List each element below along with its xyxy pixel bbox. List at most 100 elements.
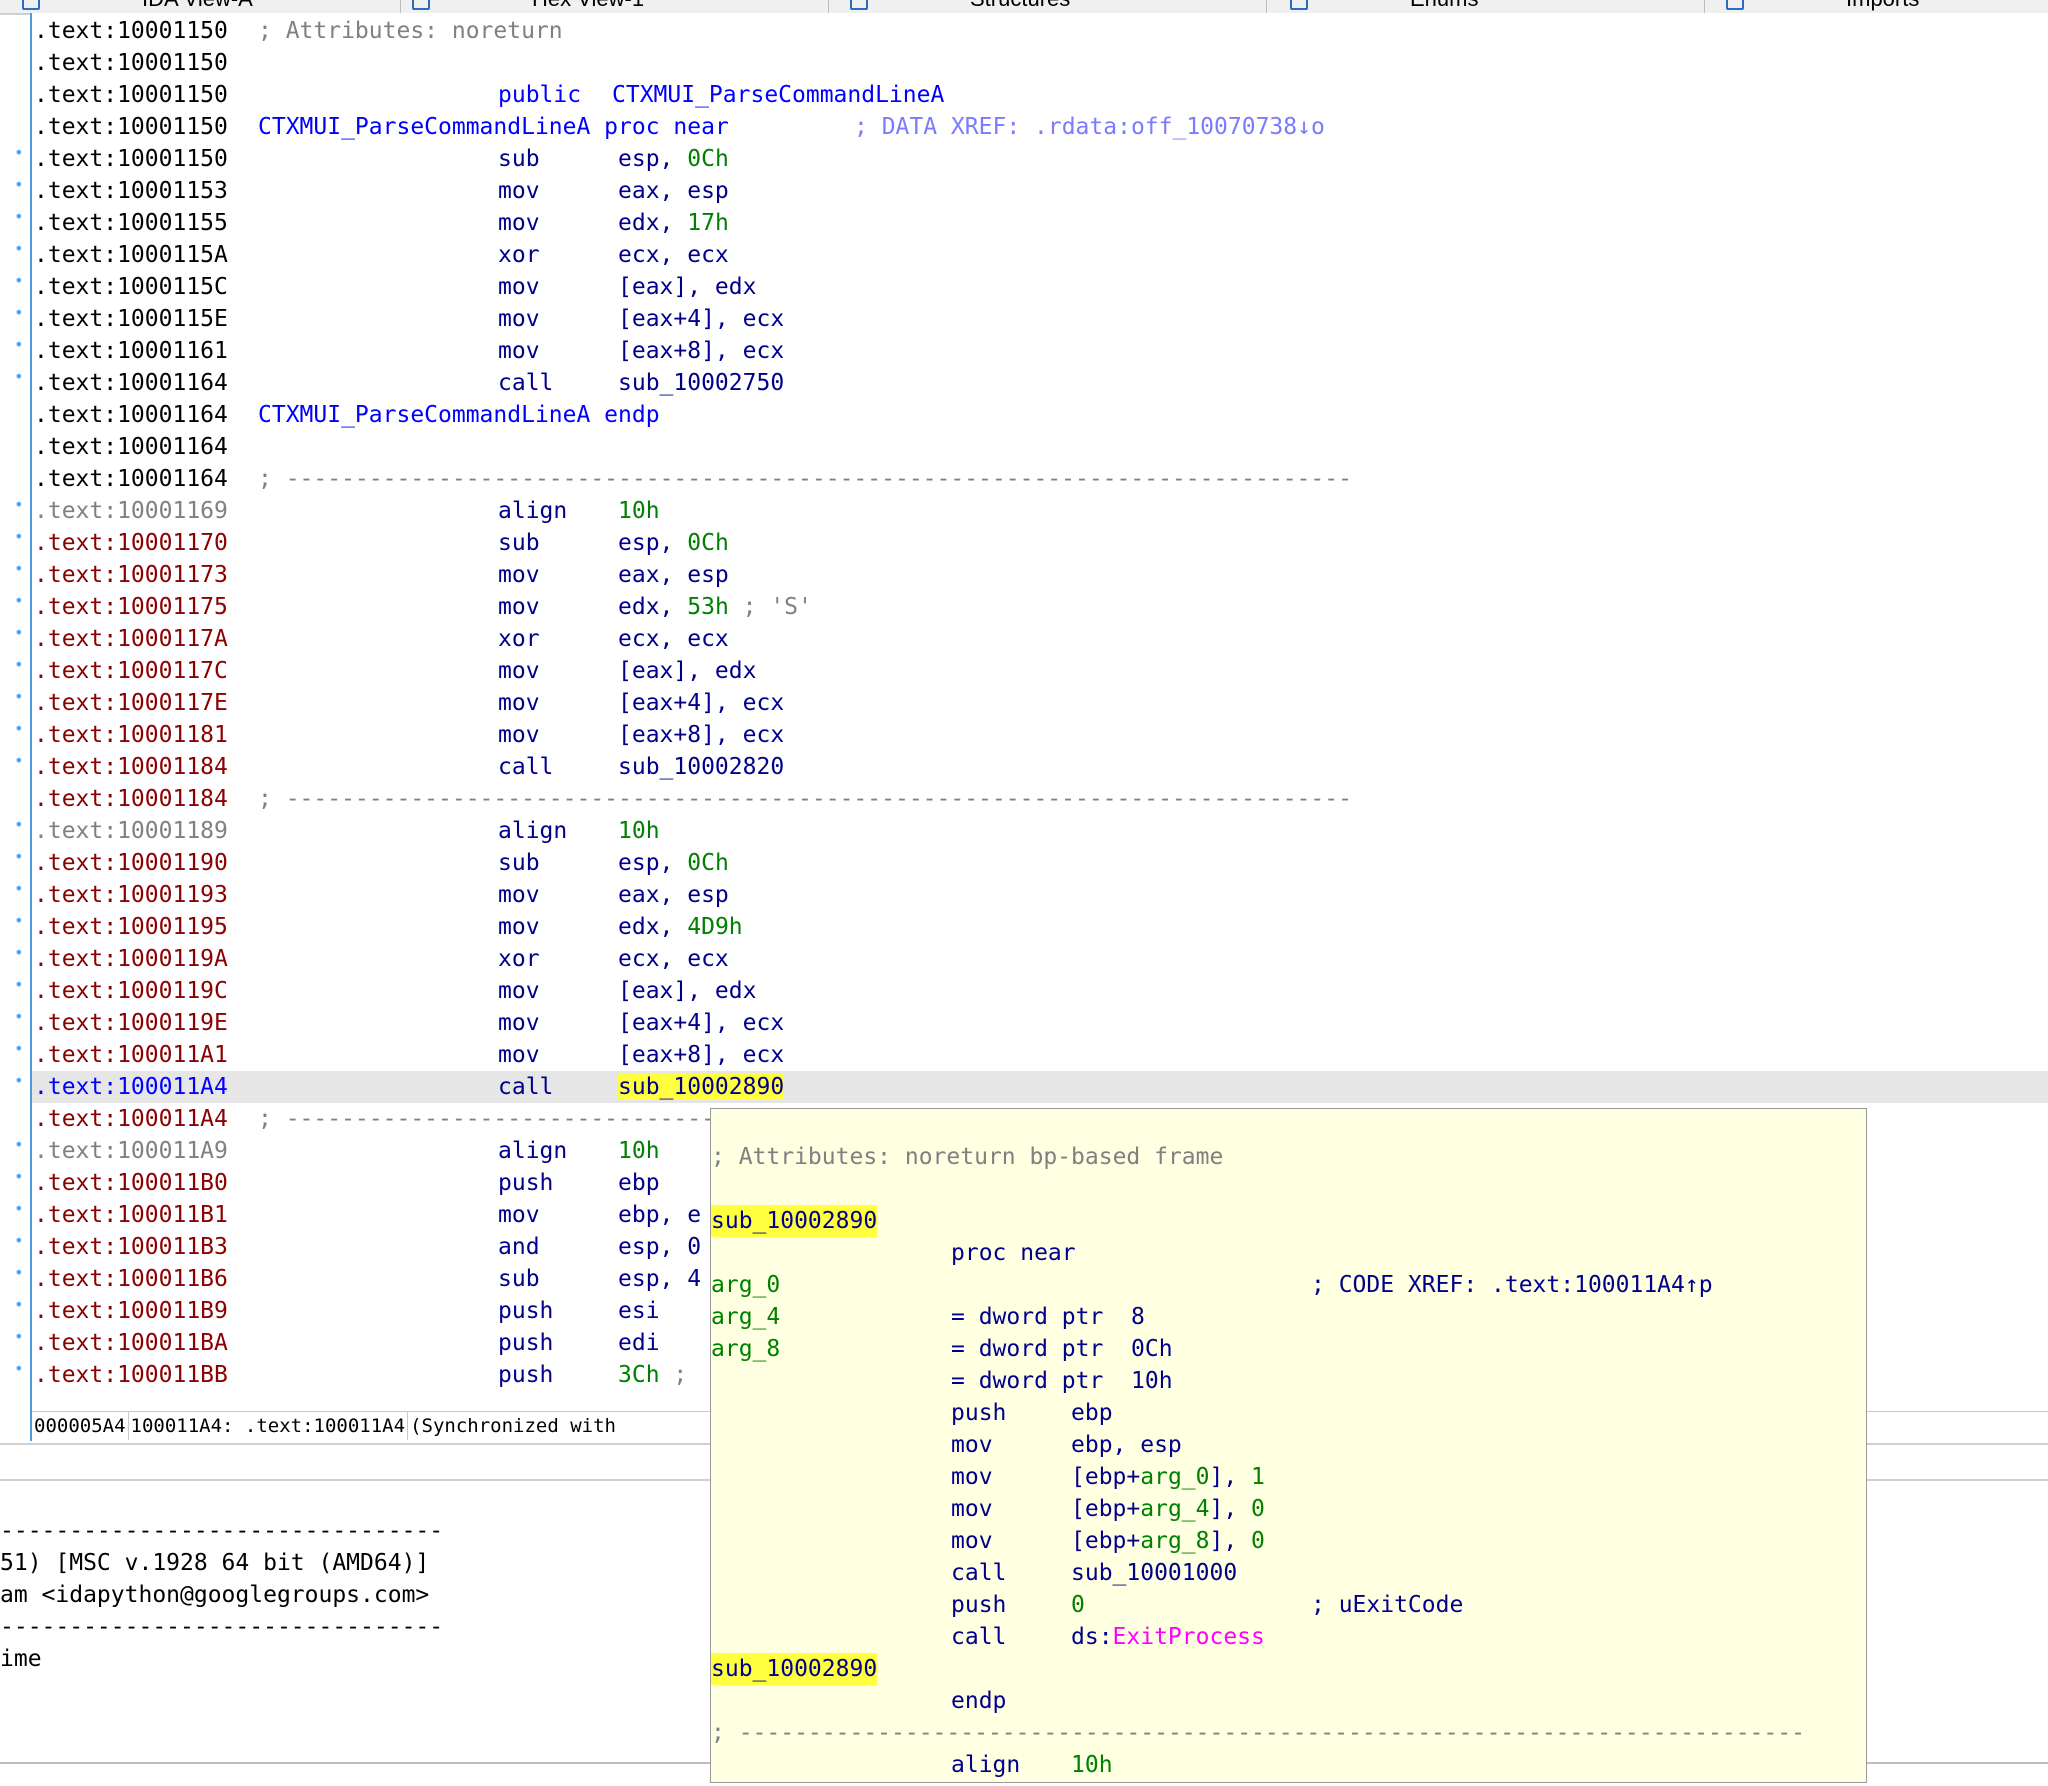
line-address: .text:1000115C [34, 274, 228, 300]
operands[interactable]: 10h [618, 1135, 660, 1167]
function-name[interactable]: CTXMUI_ParseCommandLineA endp [258, 399, 660, 431]
operands[interactable]: edx, 53h ; 'S' [618, 591, 812, 623]
listing-line[interactable]: • .text:1000117E mov [eax+4], ecx [14, 687, 2048, 719]
listing-line[interactable]: .text:10001150 ; Attributes: noreturn [32, 15, 2048, 47]
function-name[interactable]: CTXMUI_ParseCommandLineA proc near [258, 111, 729, 143]
operands[interactable]: eax, esp [618, 879, 729, 911]
listing-line[interactable]: .text:10001164 CTXMUI_ParseCommandLineA e… [32, 399, 2048, 431]
operands[interactable]: ebp, e [618, 1199, 701, 1231]
listing-line[interactable]: • .text:10001181 mov [eax+8], ecx [14, 719, 2048, 751]
operands[interactable]: sub_10002750 [618, 367, 784, 399]
operands[interactable]: [eax], edx [618, 975, 756, 1007]
code-dot-icon: • [14, 943, 24, 962]
operands[interactable]: esi [618, 1295, 660, 1327]
tab-label: Imports [1846, 0, 1919, 12]
operands[interactable]: esp, 4 [618, 1263, 701, 1295]
line-address: .text:1000117E [34, 690, 228, 716]
tab-hex-view-1[interactable]: Hex View-1 [412, 0, 832, 12]
listing-line[interactable]: .text:10001150 [32, 47, 2048, 79]
operands[interactable]: CTXMUI_ParseCommandLineA [612, 79, 944, 111]
operands[interactable]: ecx, ecx [618, 239, 729, 271]
operands[interactable]: [eax], edx [618, 271, 756, 303]
operands[interactable]: eax, esp [618, 559, 729, 591]
code-dot-icon: • [14, 271, 24, 290]
operands[interactable]: [eax+8], ecx [618, 1039, 784, 1071]
output-line: -------------------------------- [0, 1518, 444, 1544]
operands[interactable]: [eax+8], ecx [618, 719, 784, 751]
mnemonic: push [498, 1362, 554, 1388]
code-dot-icon: • [14, 303, 24, 322]
hint-proc-name: sub_10002890 [711, 1205, 878, 1237]
listing-line[interactable]: .text:10001164 [32, 431, 2048, 463]
operands[interactable]: sub_10002890 [618, 1071, 785, 1103]
operands[interactable]: [eax+8], ecx [618, 335, 784, 367]
listing-line[interactable]: • .text:1000119A xor ecx, ecx [14, 943, 2048, 975]
listing-line[interactable]: • .text:100011A1 mov [eax+8], ecx [14, 1039, 2048, 1071]
listing-line[interactable]: • .text:1000115E mov [eax+4], ecx [14, 303, 2048, 335]
listing-line[interactable]: • .text:1000117A xor ecx, ecx [14, 623, 2048, 655]
operands[interactable]: 10h [618, 815, 660, 847]
listing-line[interactable]: • .text:10001164 call sub_10002750 [14, 367, 2048, 399]
listing-line[interactable]: .text:10001164 ; ------------------------… [32, 463, 2048, 495]
listing-line[interactable]: • .text:10001184 call sub_10002820 [14, 751, 2048, 783]
operands[interactable]: esp, 0Ch [618, 143, 729, 175]
listing-line[interactable]: • .text:10001153 mov eax, esp [14, 175, 2048, 207]
line-address: .text:10001169 [34, 498, 228, 524]
listing-line[interactable]: • .text:10001195 mov edx, 4D9h [14, 911, 2048, 943]
operands[interactable]: [eax+4], ecx [618, 1007, 784, 1039]
listing-line[interactable]: • .text:10001173 mov eax, esp [14, 559, 2048, 591]
operands[interactable]: [eax+4], ecx [618, 687, 784, 719]
operands[interactable]: esp, 0Ch [618, 527, 729, 559]
listing-line[interactable]: • .text:1000115A xor ecx, ecx [14, 239, 2048, 271]
data-xref[interactable]: ; DATA XREF: .rdata:off_10070738↓o [854, 111, 1325, 143]
line-comment[interactable]: ; Attributes: noreturn [258, 15, 563, 47]
operands[interactable]: eax, esp [618, 175, 729, 207]
operands[interactable]: [eax+4], ecx [618, 303, 784, 335]
tab-imports[interactable]: Imports [1726, 0, 2026, 12]
operands[interactable]: ecx, ecx [618, 943, 729, 975]
listing-line[interactable]: • .text:10001175 mov edx, 53h ; 'S' [14, 591, 2048, 623]
listing-line[interactable]: .text:10001184 ; ------------------------… [32, 783, 2048, 815]
tab-enums[interactable]: Enums [1290, 0, 1710, 12]
tab-structures[interactable]: Structures [850, 0, 1270, 12]
listing-line[interactable]: • .text:10001169 align 10h [14, 495, 2048, 527]
code-dot-icon: • [14, 911, 24, 930]
listing-line[interactable]: • .text:1000119E mov [eax+4], ecx [14, 1007, 2048, 1039]
tab-ida-view-a[interactable]: IDA View-A [22, 0, 402, 12]
listing-line[interactable]: • .text:100011A4 call sub_10002890 [14, 1071, 2048, 1103]
listing-line[interactable]: • .text:10001150 sub esp, 0Ch [14, 143, 2048, 175]
operands[interactable]: edx, 17h [618, 207, 729, 239]
line-address: .text:10001164 [34, 370, 228, 396]
operands[interactable]: edi [618, 1327, 660, 1359]
operands[interactable]: edx, 4D9h [618, 911, 743, 943]
operands[interactable]: 3Ch ; [618, 1359, 687, 1391]
mnemonic: mov [498, 594, 540, 620]
listing-line[interactable]: • .text:1000115C mov [eax], edx [14, 271, 2048, 303]
mnemonic: mov [498, 338, 540, 364]
listing-line[interactable]: • .text:10001193 mov eax, esp [14, 879, 2048, 911]
listing-line[interactable]: • .text:10001161 mov [eax+8], ecx [14, 335, 2048, 367]
operands[interactable]: sub_10002820 [618, 751, 784, 783]
line-address: .text:10001155 [34, 210, 228, 236]
code-dot-icon: • [14, 559, 24, 578]
listing-line[interactable]: • .text:10001155 mov edx, 17h [14, 207, 2048, 239]
mnemonic: mov [498, 210, 540, 236]
operands[interactable]: ebp [618, 1167, 660, 1199]
operands[interactable]: ecx, ecx [618, 623, 729, 655]
listing-line[interactable]: .text:10001150 public CTXMUI_ParseCommandL… [32, 79, 2048, 111]
operands[interactable]: esp, 0Ch [618, 847, 729, 879]
output-text[interactable]: -------------------------------- 51) [MS… [0, 1515, 443, 1675]
line-address: .text:100011A9 [34, 1138, 228, 1164]
listing-line[interactable]: • .text:10001190 sub esp, 0Ch [14, 847, 2048, 879]
listing-line[interactable]: • .text:1000117C mov [eax], edx [14, 655, 2048, 687]
operands[interactable]: 10h [618, 495, 660, 527]
listing-line[interactable]: • .text:10001189 align 10h [14, 815, 2048, 847]
hint-proc-line: sub_10002890 proc near ; CODE XREF: .tex… [711, 1173, 1713, 1298]
line-address: .text:10001150 [34, 146, 228, 172]
operands[interactable]: esp, 0 [618, 1231, 701, 1263]
listing-line[interactable]: • .text:1000119C mov [eax], edx [14, 975, 2048, 1007]
listing-line[interactable]: .text:10001150 CTXMUI_ParseCommandLineA p… [32, 111, 2048, 143]
listing-line[interactable]: • .text:10001170 sub esp, 0Ch [14, 527, 2048, 559]
line-address: .text:100011A4 [34, 1106, 228, 1132]
operands[interactable]: [eax], edx [618, 655, 756, 687]
